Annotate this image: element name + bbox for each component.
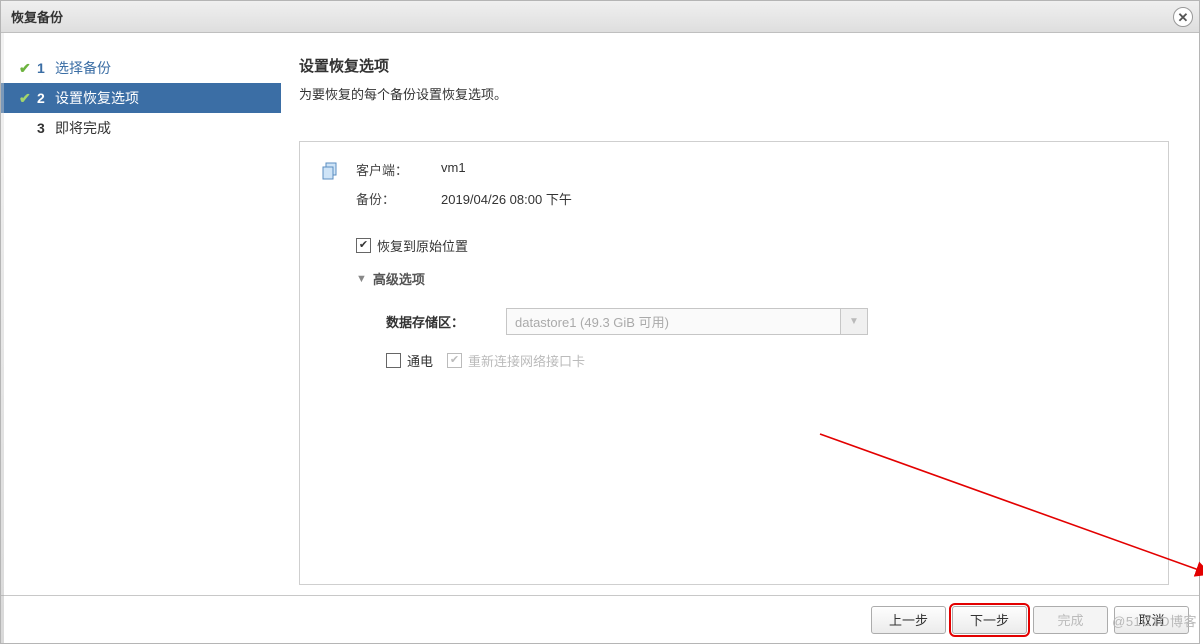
restore-original-checkbox[interactable]	[356, 238, 371, 253]
restore-original-label: 恢复到原始位置	[377, 236, 468, 255]
step-finish[interactable]: ✔ 3 即将完成	[1, 113, 281, 143]
close-icon: ✕	[1178, 11, 1189, 24]
advanced-label: 高级选项	[373, 269, 425, 288]
reconnect-nic-label: 重新连接网络接口卡	[468, 351, 585, 370]
dialog-title: 恢复备份	[11, 7, 63, 26]
annotation-arrow	[810, 424, 1203, 584]
datastore-value: datastore1 (49.3 GiB 可用)	[515, 312, 669, 331]
reconnect-nic-checkbox	[447, 353, 462, 368]
content-area: 设置恢复选项 为要恢复的每个备份设置恢复选项。 客户端： vm1	[281, 33, 1199, 595]
step-number: 1	[37, 60, 55, 76]
check-icon: ✔	[19, 90, 37, 107]
step-number: 2	[37, 90, 55, 106]
next-button[interactable]: 下一步	[952, 606, 1027, 634]
vm-icon	[322, 160, 344, 218]
step-label: 设置恢复选项	[55, 88, 139, 108]
client-label: 客户端：	[356, 160, 441, 179]
chevron-down-icon: ▼	[356, 273, 367, 285]
wizard-steps: ✔ 1 选择备份 ✔ 2 设置恢复选项 ✔ 3 即将完成	[1, 33, 281, 595]
client-value: vm1	[441, 160, 466, 179]
title-bar: 恢复备份 ✕	[1, 1, 1199, 33]
back-button[interactable]: 上一步	[871, 606, 946, 634]
page-title: 设置恢复选项	[299, 55, 1169, 76]
finish-button: 完成	[1033, 606, 1108, 634]
power-on-checkbox[interactable]	[386, 353, 401, 368]
advanced-toggle[interactable]: ▼ 高级选项	[356, 269, 1146, 288]
check-icon: ✔	[19, 60, 37, 77]
footer-buttons: 上一步 下一步 完成 取消	[1, 595, 1199, 643]
power-on-label: 通电	[407, 351, 433, 370]
datastore-select: datastore1 (49.3 GiB 可用)	[506, 308, 841, 335]
step-label: 选择备份	[55, 58, 111, 78]
close-button[interactable]: ✕	[1173, 7, 1193, 27]
backup-label: 备份：	[356, 189, 441, 208]
step-set-options[interactable]: ✔ 2 设置恢复选项	[1, 83, 281, 113]
step-number: 3	[37, 120, 55, 136]
step-select-backup[interactable]: ✔ 1 选择备份	[1, 53, 281, 83]
datastore-label: 数据存储区：	[386, 312, 506, 331]
backup-value: 2019/04/26 08:00 下午	[441, 189, 572, 208]
left-shadow	[1, 33, 4, 643]
dropdown-arrow-icon: ▼	[841, 308, 868, 335]
options-panel: 客户端： vm1 备份： 2019/04/26 08:00 下午 恢复到原始位置	[299, 141, 1169, 585]
step-label: 即将完成	[55, 118, 111, 138]
watermark: @51CTO博客	[1112, 611, 1197, 630]
page-subtitle: 为要恢复的每个备份设置恢复选项。	[299, 84, 1169, 103]
